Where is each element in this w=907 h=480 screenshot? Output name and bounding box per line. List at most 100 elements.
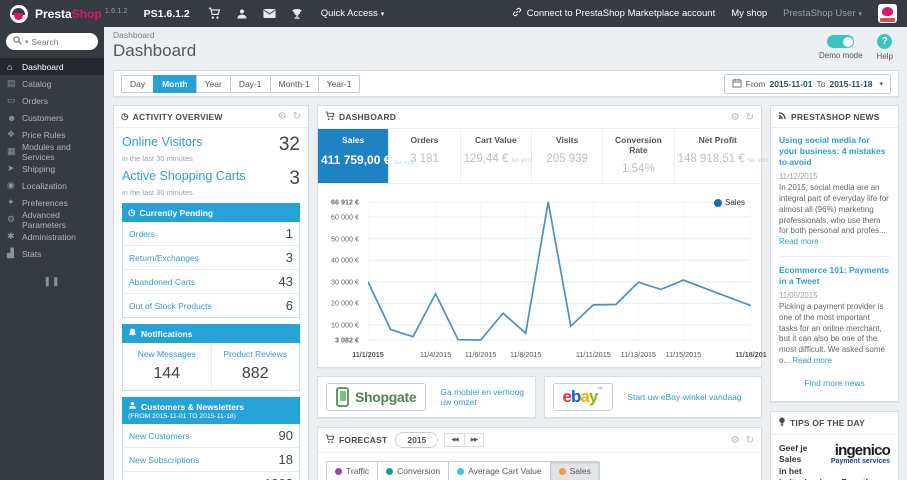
sales-chart: 66 912 €60 000 €50 000 €40 000 €30 000 €…	[318, 184, 761, 348]
forecast-title: FORECAST	[325, 434, 387, 446]
cart-icon	[325, 111, 335, 123]
pending-returns-row[interactable]: Return/Exchanges 3	[123, 245, 299, 269]
forward-icon[interactable]: ▶▶	[463, 433, 485, 447]
wrench-icon: ✦	[7, 197, 15, 207]
search-input[interactable]	[31, 36, 84, 47]
forecast-year[interactable]: 2015	[395, 432, 439, 448]
total-subscribers-row[interactable]: Total Subscribers1308	[123, 471, 299, 480]
refresh-icon[interactable]: ↻	[746, 435, 754, 446]
gear-icon[interactable]: ⚙	[731, 435, 740, 446]
notifications-table: New Messages 144 Product Reviews 882	[122, 343, 300, 391]
toggle-traffic[interactable]: Traffic	[326, 461, 379, 480]
help-icon[interactable]: ?	[877, 34, 893, 49]
shopgate-ad[interactable]: Shopgate Ga mobiel en verhoog uw omzet	[317, 376, 536, 418]
shopgate-ad-link[interactable]: Ga mobiel en verhoog uw omzet	[440, 387, 526, 407]
range-day-1-button[interactable]: Day-1	[229, 74, 271, 93]
date-range-picker[interactable]: From 2015-11-01 To 2015-11-18 ▾	[723, 73, 891, 94]
sidebar-item-modules-and-services[interactable]: ▦ Modules and Services	[0, 142, 104, 162]
active-carts-link[interactable]: Active Shopping Carts	[122, 169, 246, 183]
divider	[779, 255, 890, 257]
news-article-title[interactable]: Using social media for your business: 4 …	[779, 135, 890, 168]
range-month-1-button[interactable]: Month-1	[269, 74, 319, 93]
sidebar: ▾ ⌂Dashboard ▤Catalog ▭Orders ☻Customers…	[0, 27, 104, 480]
read-more-link[interactable]: Read more	[779, 237, 819, 246]
toggle-sales[interactable]: Sales	[549, 461, 600, 480]
activity-overview-panel: ◷ ACTIVITY OVERVIEW ⚙ ↻ Online Visitors 32…	[113, 105, 309, 480]
traffic-dot-icon	[335, 467, 342, 475]
shop-name[interactable]: PS1.6.1.2	[144, 8, 190, 20]
globe-icon: ◉	[7, 180, 15, 190]
kpi-strip: Sales 411 759,00 € tax excl. Orders 3 181 …	[318, 129, 770, 184]
sidebar-item-shipping[interactable]: ➤ Shipping	[0, 160, 104, 177]
sidebar-search[interactable]: ▾	[6, 33, 98, 50]
quick-access-menu[interactable]: Quick Access ▾	[321, 8, 385, 19]
user-icon[interactable]	[236, 8, 248, 20]
chevron-down-icon[interactable]: ▾	[25, 38, 29, 46]
ingenico-logo: ingenico Payment services	[830, 441, 891, 465]
trophy-icon[interactable]	[291, 8, 303, 20]
chart-y-axis: 66 912 €60 000 €50 000 €40 000 €30 000 €…	[331, 197, 359, 345]
prestashop-logo-icon	[10, 4, 28, 23]
cart-icon[interactable]	[208, 7, 221, 20]
news-article-title[interactable]: Ecommerce 101: Payments in a Tweet	[779, 265, 890, 287]
refresh-icon[interactable]: ↻	[293, 111, 301, 122]
refresh-icon[interactable]: ↻	[746, 112, 754, 123]
kpi-orders[interactable]: Orders 3 181	[389, 129, 461, 183]
range-month-button[interactable]: Month	[153, 74, 197, 93]
envelope-icon[interactable]	[263, 8, 276, 19]
sidebar-item-orders[interactable]: ▭ Orders	[0, 92, 104, 109]
sidebar-collapse-button[interactable]: ❚❚	[0, 276, 104, 287]
sidebar-item-preferences[interactable]: ✦ Preferences	[0, 194, 104, 211]
backward-icon[interactable]: ◀◀	[444, 433, 465, 447]
active-carts-value: 3	[289, 168, 300, 189]
range-year-button[interactable]: Year	[195, 74, 231, 93]
sidebar-item-administration[interactable]: ✱ Administration	[0, 228, 104, 245]
product-reviews-cell[interactable]: Product Reviews 882	[210, 343, 300, 390]
avatar[interactable]	[878, 4, 897, 23]
new-subscriptions-row[interactable]: New Subscriptions 18	[123, 447, 299, 471]
kpi-cart-value[interactable]: Cart Value 129,44 € tax excl.	[461, 129, 534, 183]
sidebar-item-dashboard[interactable]: ⌂ Dashboard	[0, 58, 104, 75]
new-customers-row[interactable]: New Customers 90	[123, 424, 299, 447]
my-shop-link[interactable]: My shop	[731, 8, 767, 19]
pending-orders-row[interactable]: Orders 1	[123, 222, 299, 245]
find-more-news-link[interactable]: Find more news	[779, 378, 890, 388]
bar-chart-icon: ▟	[7, 248, 14, 258]
sidebar-item-customers[interactable]: ☻ Customers	[0, 109, 104, 126]
demo-mode-toggle[interactable]	[827, 35, 855, 48]
sidebar-item-localization[interactable]: ◉ Localization	[0, 177, 104, 194]
sidebar-item-catalog[interactable]: ▤ Catalog	[0, 75, 104, 92]
user-menu[interactable]: PrestaShop User ▾	[783, 8, 862, 19]
online-visitors-sub: in the last 30 minutes	[122, 154, 193, 163]
ebay-ad[interactable]: ebay™ Start uw eBay-winkel vandaag	[543, 376, 762, 418]
toggle-average-cart-value[interactable]: Average Cart Value	[448, 461, 551, 480]
pending-abandoned-carts-row[interactable]: Abandoned Carts 43	[123, 269, 299, 293]
toggle-conversion[interactable]: Conversion	[377, 461, 450, 480]
kpi-net-profit[interactable]: Net Profit 148 918,51 € tax excl.	[675, 129, 770, 183]
read-more-link[interactable]: Read more	[792, 356, 832, 365]
range-day-button[interactable]: Day	[121, 74, 155, 93]
sales-line-chart[interactable]	[368, 196, 751, 346]
range-year-1-button[interactable]: Year-1	[317, 74, 361, 93]
pending-out-of-stock-row[interactable]: Out of Stock Products 6	[123, 293, 299, 317]
modules-icon: ▦	[7, 146, 16, 156]
tips-of-the-day-panel: TIPS OF THE DAY ingenico Payment service…	[770, 410, 899, 480]
gear-icon[interactable]: ⚙	[278, 111, 287, 122]
marketplace-connect-link[interactable]: Connect to PrestaShop Marketplace accoun…	[512, 7, 715, 20]
online-visitors-link[interactable]: Online Visitors	[122, 135, 202, 149]
sidebar-item-price-rules[interactable]: ❖ Price Rules	[0, 126, 104, 143]
conversion-dot-icon	[386, 467, 394, 475]
cogs-icon: ⚙	[7, 214, 16, 224]
dashboard-panel-title: DASHBOARD	[325, 111, 396, 123]
ebay-ad-link[interactable]: Start uw eBay-winkel vandaag	[627, 392, 741, 402]
kpi-conversion-rate[interactable]: Conversion Rate 1.54%	[603, 129, 675, 183]
kpi-sales[interactable]: Sales 411 759,00 € tax excl.	[318, 129, 417, 183]
news-article-excerpt: Picking a payment provider is one of the…	[779, 302, 885, 365]
sidebar-item-stats[interactable]: ▟ Stats	[0, 245, 104, 262]
gear-icon[interactable]: ⚙	[731, 112, 740, 123]
new-messages-cell[interactable]: New Messages 144	[123, 343, 211, 390]
brand-wordmark: PrestaShop	[35, 6, 102, 21]
legend-dot-icon	[713, 198, 722, 207]
kpi-visits[interactable]: Visits 205 939	[532, 129, 604, 183]
sidebar-item-advanced-parameters[interactable]: ⚙ Advanced Parameters	[0, 210, 104, 230]
